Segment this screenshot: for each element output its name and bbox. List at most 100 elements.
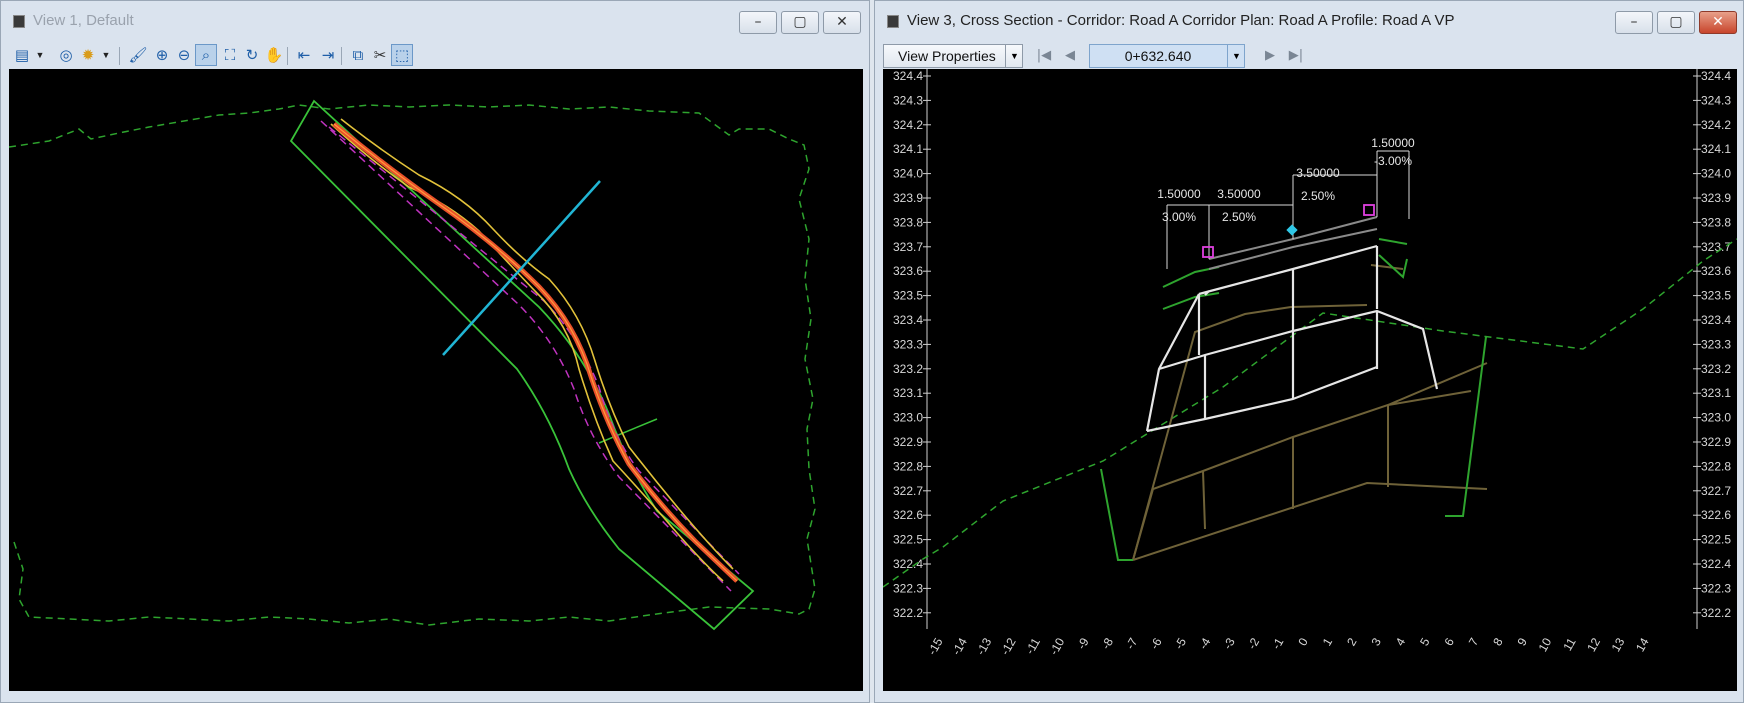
dim-left-shoulder-slope: 3.00% [1162,210,1196,224]
view-attributes-icon[interactable]: ▤ [11,44,33,66]
x-label: 9 [1515,635,1531,648]
x-label: 5 [1417,635,1433,648]
dim-left-lane-width: 3.50000 [1217,187,1261,201]
view3-cross-section-canvas[interactable]: 324.4 324.3 324.2 324.1 324.0 323.9 323.8 323.7… [883,69,1737,691]
previous-station-button[interactable]: ◀ [1059,44,1081,68]
clip-volume-icon[interactable]: ✂ [369,44,391,66]
y-label-right: 322.3 [1701,581,1731,595]
x-label: 4 [1393,635,1409,648]
view1-maximize-button[interactable]: ▢ [781,11,819,34]
view-properties-dropdown[interactable]: ▼ [1005,44,1023,68]
lighting-icon[interactable]: ✹ [77,44,99,66]
y-label-right: 323.2 [1701,362,1731,376]
y-label-right: 324.4 [1701,69,1731,83]
alignment-centerline [333,123,738,582]
view-attributes-dropdown[interactable]: ▼ [35,44,45,66]
zoom-out-icon[interactable]: ⊖ [173,44,195,66]
y-label-left: 324.4 [893,69,923,83]
view3-maximize-button[interactable]: ▢ [1657,11,1695,34]
y-label-right: 324.3 [1701,93,1731,107]
y-label-left: 322.6 [893,508,923,522]
close-icon: ✕ [836,14,848,30]
subbase-layers [1132,264,1488,561]
x-label: -15 [925,635,946,657]
first-station-button[interactable]: |◀ [1033,44,1055,68]
next-station-button[interactable]: ▶ [1259,44,1281,68]
y-label-right: 322.6 [1701,508,1731,522]
y-label-right: 323.5 [1701,289,1731,303]
view1-close-button[interactable]: ✕ [823,11,861,34]
view-window-icon [887,15,899,28]
x-label: 2 [1344,635,1360,648]
maximize-icon: ▢ [1669,14,1683,30]
y-label-left: 324.3 [893,93,923,107]
y-label-right: 322.8 [1701,459,1731,473]
close-icon: ✕ [1712,14,1724,30]
y-label-right: 324.0 [1701,167,1731,181]
x-label: -14 [949,635,970,657]
fit-view-icon[interactable]: ⛶ [219,44,241,66]
view3-window: View 3, Cross Section - Corridor: Road A… [874,0,1744,703]
x-label: 10 [1536,635,1555,654]
y-label-right: 323.8 [1701,215,1731,229]
plan-drawing [9,99,816,631]
y-label-left: 322.5 [893,533,923,547]
lighting-dropdown[interactable]: ▼ [101,44,111,66]
view-next-icon[interactable]: ⇥ [317,44,339,66]
corridor-boundary [289,99,755,631]
zoom-in-icon[interactable]: ⊕ [151,44,173,66]
existing-ground-line [883,238,1737,588]
dim-left-lane-slope: 2.50% [1222,210,1256,224]
x-label: 6 [1441,635,1457,648]
road-alignment [332,122,739,583]
y-label-left: 324.2 [893,118,923,132]
x-label: 14 [1633,635,1652,654]
centerline-origin-marker [1286,224,1298,236]
y-label-left: 322.7 [893,484,923,498]
y-label-left: 323.6 [893,264,923,278]
last-station-button[interactable]: ▶| [1285,44,1307,68]
x-label: -1 [1269,635,1287,652]
x-label: -3 [1220,635,1238,652]
view3-close-button[interactable]: ✕ [1699,11,1737,34]
x-label: -2 [1245,635,1263,652]
pan-view-icon[interactable]: ✋ [263,44,285,66]
y-label-left: 323.0 [893,411,923,425]
x-label: -8 [1099,635,1117,652]
view1-titlebar[interactable]: View 1, Default – ▢ ✕ [1,1,869,41]
y-label-right: 323.4 [1701,313,1731,327]
station-dropdown[interactable]: ▼ [1227,44,1245,68]
y-label-left: 323.5 [893,289,923,303]
x-label: 3 [1368,635,1384,648]
update-view-icon[interactable]: 🖌 [127,44,149,66]
toolbar-separator [119,47,120,65]
toolbar-separator [341,47,342,65]
display-style-icon[interactable]: ◎ [55,44,77,66]
copy-view-icon[interactable]: ⧉ [347,44,369,66]
y-label-right: 322.4 [1701,557,1731,571]
x-label: -4 [1196,635,1214,652]
view-previous-icon[interactable]: ⇤ [293,44,315,66]
x-label: -6 [1147,635,1165,652]
toolbar-separator [287,47,288,65]
x-label: 8 [1490,635,1506,648]
view1-minimize-button[interactable]: – [739,11,777,34]
rotate-view-icon[interactable]: ↻ [241,44,263,66]
y-label-right: 324.1 [1701,142,1731,156]
window-area-icon[interactable]: ⌕ [195,44,217,66]
view1-plan-canvas[interactable] [9,69,863,691]
view1-window: View 1, Default – ▢ ✕ ▤ ▼ ◎ ✹ ▼ 🖌 ⊕ ⊖ ⌕ … [0,0,870,703]
x-label: -10 [1047,635,1068,657]
view3-minimize-button[interactable]: – [1615,11,1653,34]
view3-toolbar: View Properties ▼ |◀ ◀ 0+632.640 ▼ ▶ ▶| [875,41,1743,69]
view-properties-button[interactable]: View Properties [883,44,1023,68]
view3-titlebar[interactable]: View 3, Cross Section - Corridor: Road A… [875,1,1743,41]
pavement-edge-right [340,118,734,570]
y-label-right: 323.6 [1701,264,1731,278]
x-label: 1 [1320,635,1336,648]
x-label: 11 [1560,635,1579,653]
y-axis-labels-right: 324.4324.3324.2324.1324.0323.9323.8323.7… [1693,69,1731,620]
station-field[interactable]: 0+632.640 [1089,44,1245,68]
clip-mask-icon[interactable]: ⬚ [391,44,413,66]
y-label-left: 322.2 [893,606,923,620]
